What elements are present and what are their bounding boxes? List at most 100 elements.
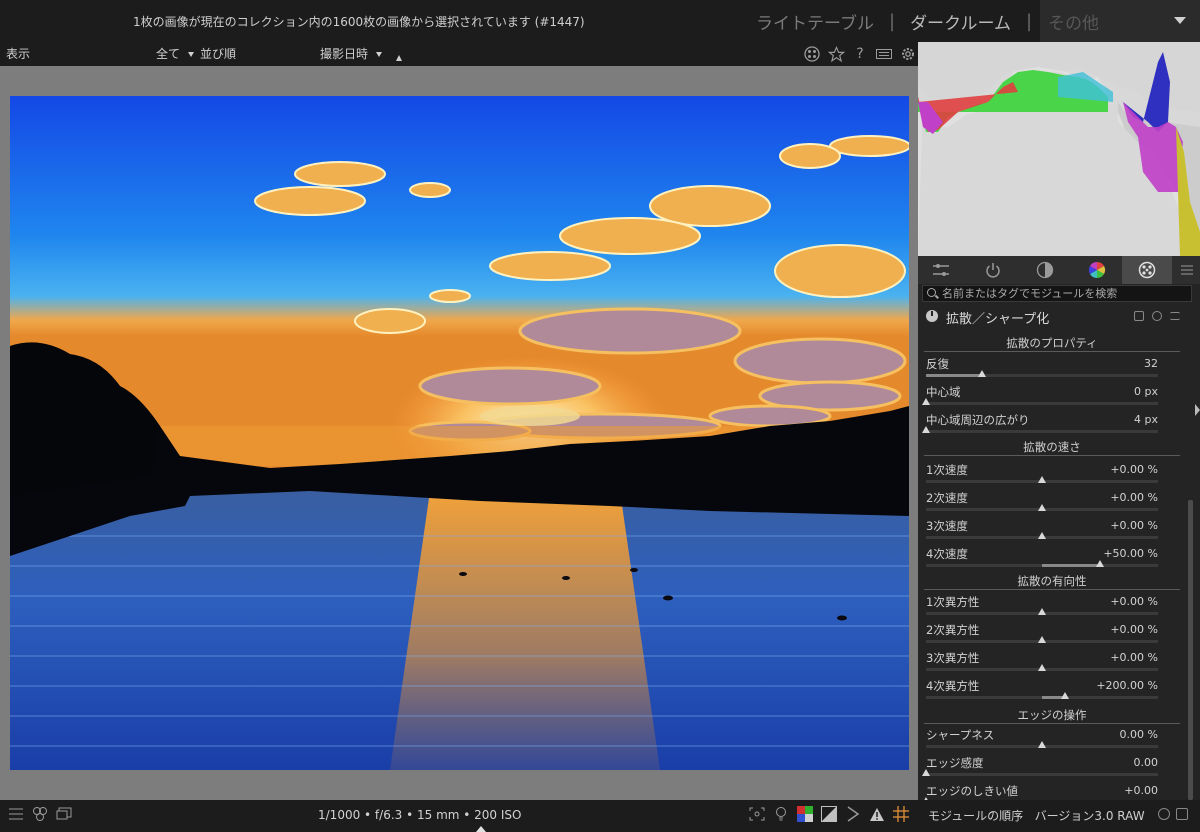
sort-dropdown[interactable]: 撮影日時	[320, 45, 388, 62]
guides-icon[interactable]	[844, 805, 862, 823]
slider-speed-2[interactable]: 2次速度 +0.00 %	[926, 490, 1178, 518]
overexposure-icon[interactable]	[820, 805, 838, 823]
tab-effects[interactable]	[1122, 256, 1172, 284]
help-icon[interactable]: ?	[851, 45, 869, 63]
slider-edge-sensitivity[interactable]: エッジ感度 0.00	[922, 755, 1178, 783]
softproof-icon[interactable]	[796, 805, 814, 823]
tab-tone[interactable]	[1022, 256, 1068, 284]
other-views-dropdown[interactable]: その他	[1040, 0, 1200, 42]
slider-anisotropy-3[interactable]: 3次異方性 +0.00 %	[926, 650, 1178, 678]
presets-icon[interactable]	[1170, 312, 1180, 320]
bulb-icon[interactable]	[772, 805, 790, 823]
multi-instance-icon[interactable]	[1134, 311, 1144, 321]
view-lighttable[interactable]: ライトテーブル	[752, 9, 878, 34]
slider-track	[926, 560, 1158, 567]
other-views-label: その他	[1048, 14, 1099, 34]
slider-label: 中心域周辺の広がり	[926, 413, 1030, 427]
slider-value: +0.00	[1124, 784, 1158, 797]
chevron-down-icon	[1174, 17, 1186, 24]
slider-value: +0.00 %	[1110, 519, 1158, 532]
tab-basic-adjust[interactable]	[918, 256, 964, 284]
slider-track	[922, 426, 1158, 433]
module-power-icon[interactable]	[926, 310, 938, 322]
star-icon[interactable]	[827, 45, 845, 63]
slider-handle[interactable]	[1038, 532, 1046, 539]
rating-filter[interactable]: 全て 並び順	[156, 45, 236, 62]
slider-speed-1[interactable]: 1次速度 +0.00 %	[926, 462, 1178, 490]
slider-label: 2次異方性	[926, 623, 980, 637]
slider-handle[interactable]	[922, 426, 930, 433]
slider-handle[interactable]	[1061, 692, 1070, 699]
power-icon	[986, 263, 1000, 278]
expand-panel-arrow-icon[interactable]	[1195, 404, 1200, 416]
sort-ascending-icon	[396, 55, 402, 61]
reset-icon[interactable]	[1152, 311, 1162, 321]
slider-label: 1次速度	[926, 463, 968, 477]
slider-speed-3[interactable]: 3次速度 +0.00 %	[926, 518, 1178, 546]
slider-label: 4次速度	[926, 547, 968, 561]
sort-order-toggle[interactable]	[396, 50, 402, 64]
presets-menu-button[interactable]	[1174, 256, 1200, 284]
slider-label: エッジのしきい値	[926, 784, 1018, 798]
gamut-warning-icon[interactable]	[868, 805, 886, 823]
slider-handle[interactable]	[922, 398, 930, 405]
slider-radius-span[interactable]: 中心域周辺の広がり 4 px	[922, 412, 1178, 440]
grouping-icon[interactable]	[803, 45, 821, 63]
slider-iterations[interactable]: 反復 32	[926, 356, 1178, 384]
slider-value: +200.00 %	[1096, 679, 1158, 692]
histogram[interactable]	[918, 42, 1200, 256]
display-icon[interactable]	[56, 806, 72, 822]
slider-track	[926, 608, 1158, 615]
tab-color[interactable]	[1074, 256, 1120, 284]
histogram-graph	[918, 42, 1200, 256]
slider-fill	[1042, 564, 1100, 567]
edited-photo[interactable]	[10, 96, 909, 770]
module-search-placeholder: 名前またはタグでモジュールを検索	[942, 287, 1118, 300]
grid-icon[interactable]	[892, 805, 910, 823]
module-footer: モジュールの順序 バージョン3.0 RAW	[918, 800, 1200, 832]
slider-anisotropy-2[interactable]: 2次異方性 +0.00 %	[926, 622, 1178, 650]
module-search-input[interactable]: 名前またはタグでモジュールを検索	[922, 285, 1192, 302]
top-header: 1枚の画像が現在のコレクション内の1600枚の画像から選択されています (#14…	[0, 0, 1200, 42]
slider-handle[interactable]	[1038, 504, 1046, 511]
slider-value: 4 px	[1134, 413, 1158, 426]
module-order-info[interactable]: モジュールの順序 バージョン3.0 RAW	[928, 807, 1145, 824]
slider-track	[926, 741, 1158, 748]
reset-order-icon[interactable]	[1158, 808, 1170, 820]
module-header[interactable]: 拡散／シャープ化	[918, 306, 1190, 328]
center-canvas[interactable]	[0, 66, 918, 800]
slider-label: 反復	[926, 357, 949, 371]
slider-handle[interactable]	[1096, 560, 1104, 567]
slider-speed-4[interactable]: 4次速度 +50.00 %	[926, 546, 1178, 574]
module-title: 拡散／シャープ化	[946, 312, 1050, 327]
focus-peaking-icon[interactable]	[748, 805, 766, 823]
keyboard-icon[interactable]	[875, 45, 893, 63]
tab-active-modules[interactable]	[970, 256, 1016, 284]
list-icon[interactable]	[8, 806, 24, 822]
slider-value: +50.00 %	[1103, 547, 1158, 560]
slider-anisotropy-4[interactable]: 4次異方性 +200.00 %	[926, 678, 1178, 706]
slider-label: 中心域	[926, 385, 961, 399]
bottom-right-icons	[748, 805, 910, 823]
slider-handle[interactable]	[1038, 636, 1046, 643]
slider-handle[interactable]	[922, 769, 930, 776]
hamburger-icon	[1181, 265, 1193, 275]
basic-adjust-icon	[933, 264, 949, 276]
filmstrip-toggle-icon[interactable]	[476, 826, 486, 832]
section-edges: エッジの操作	[924, 707, 1180, 724]
gear-icon[interactable]	[899, 45, 917, 63]
right-panel-scrollbar[interactable]	[1188, 500, 1193, 800]
sunset-lake-photo	[10, 96, 909, 770]
slider-handle[interactable]	[1038, 741, 1046, 748]
slider-handle[interactable]	[1038, 664, 1046, 671]
slider-anisotropy-1[interactable]: 1次異方性 +0.00 %	[926, 594, 1178, 622]
styles-icon[interactable]	[32, 806, 48, 822]
slider-central-radius[interactable]: 中心域 0 px	[922, 384, 1178, 412]
slider-handle[interactable]	[1038, 608, 1046, 615]
slider-sharpness[interactable]: シャープネス 0.00 %	[926, 727, 1178, 755]
view-darkroom[interactable]: ダークルーム	[906, 9, 1015, 34]
slider-handle[interactable]	[977, 370, 986, 377]
order-presets-icon[interactable]	[1176, 808, 1188, 820]
slider-handle[interactable]	[1038, 476, 1046, 483]
slider-track	[926, 532, 1158, 539]
